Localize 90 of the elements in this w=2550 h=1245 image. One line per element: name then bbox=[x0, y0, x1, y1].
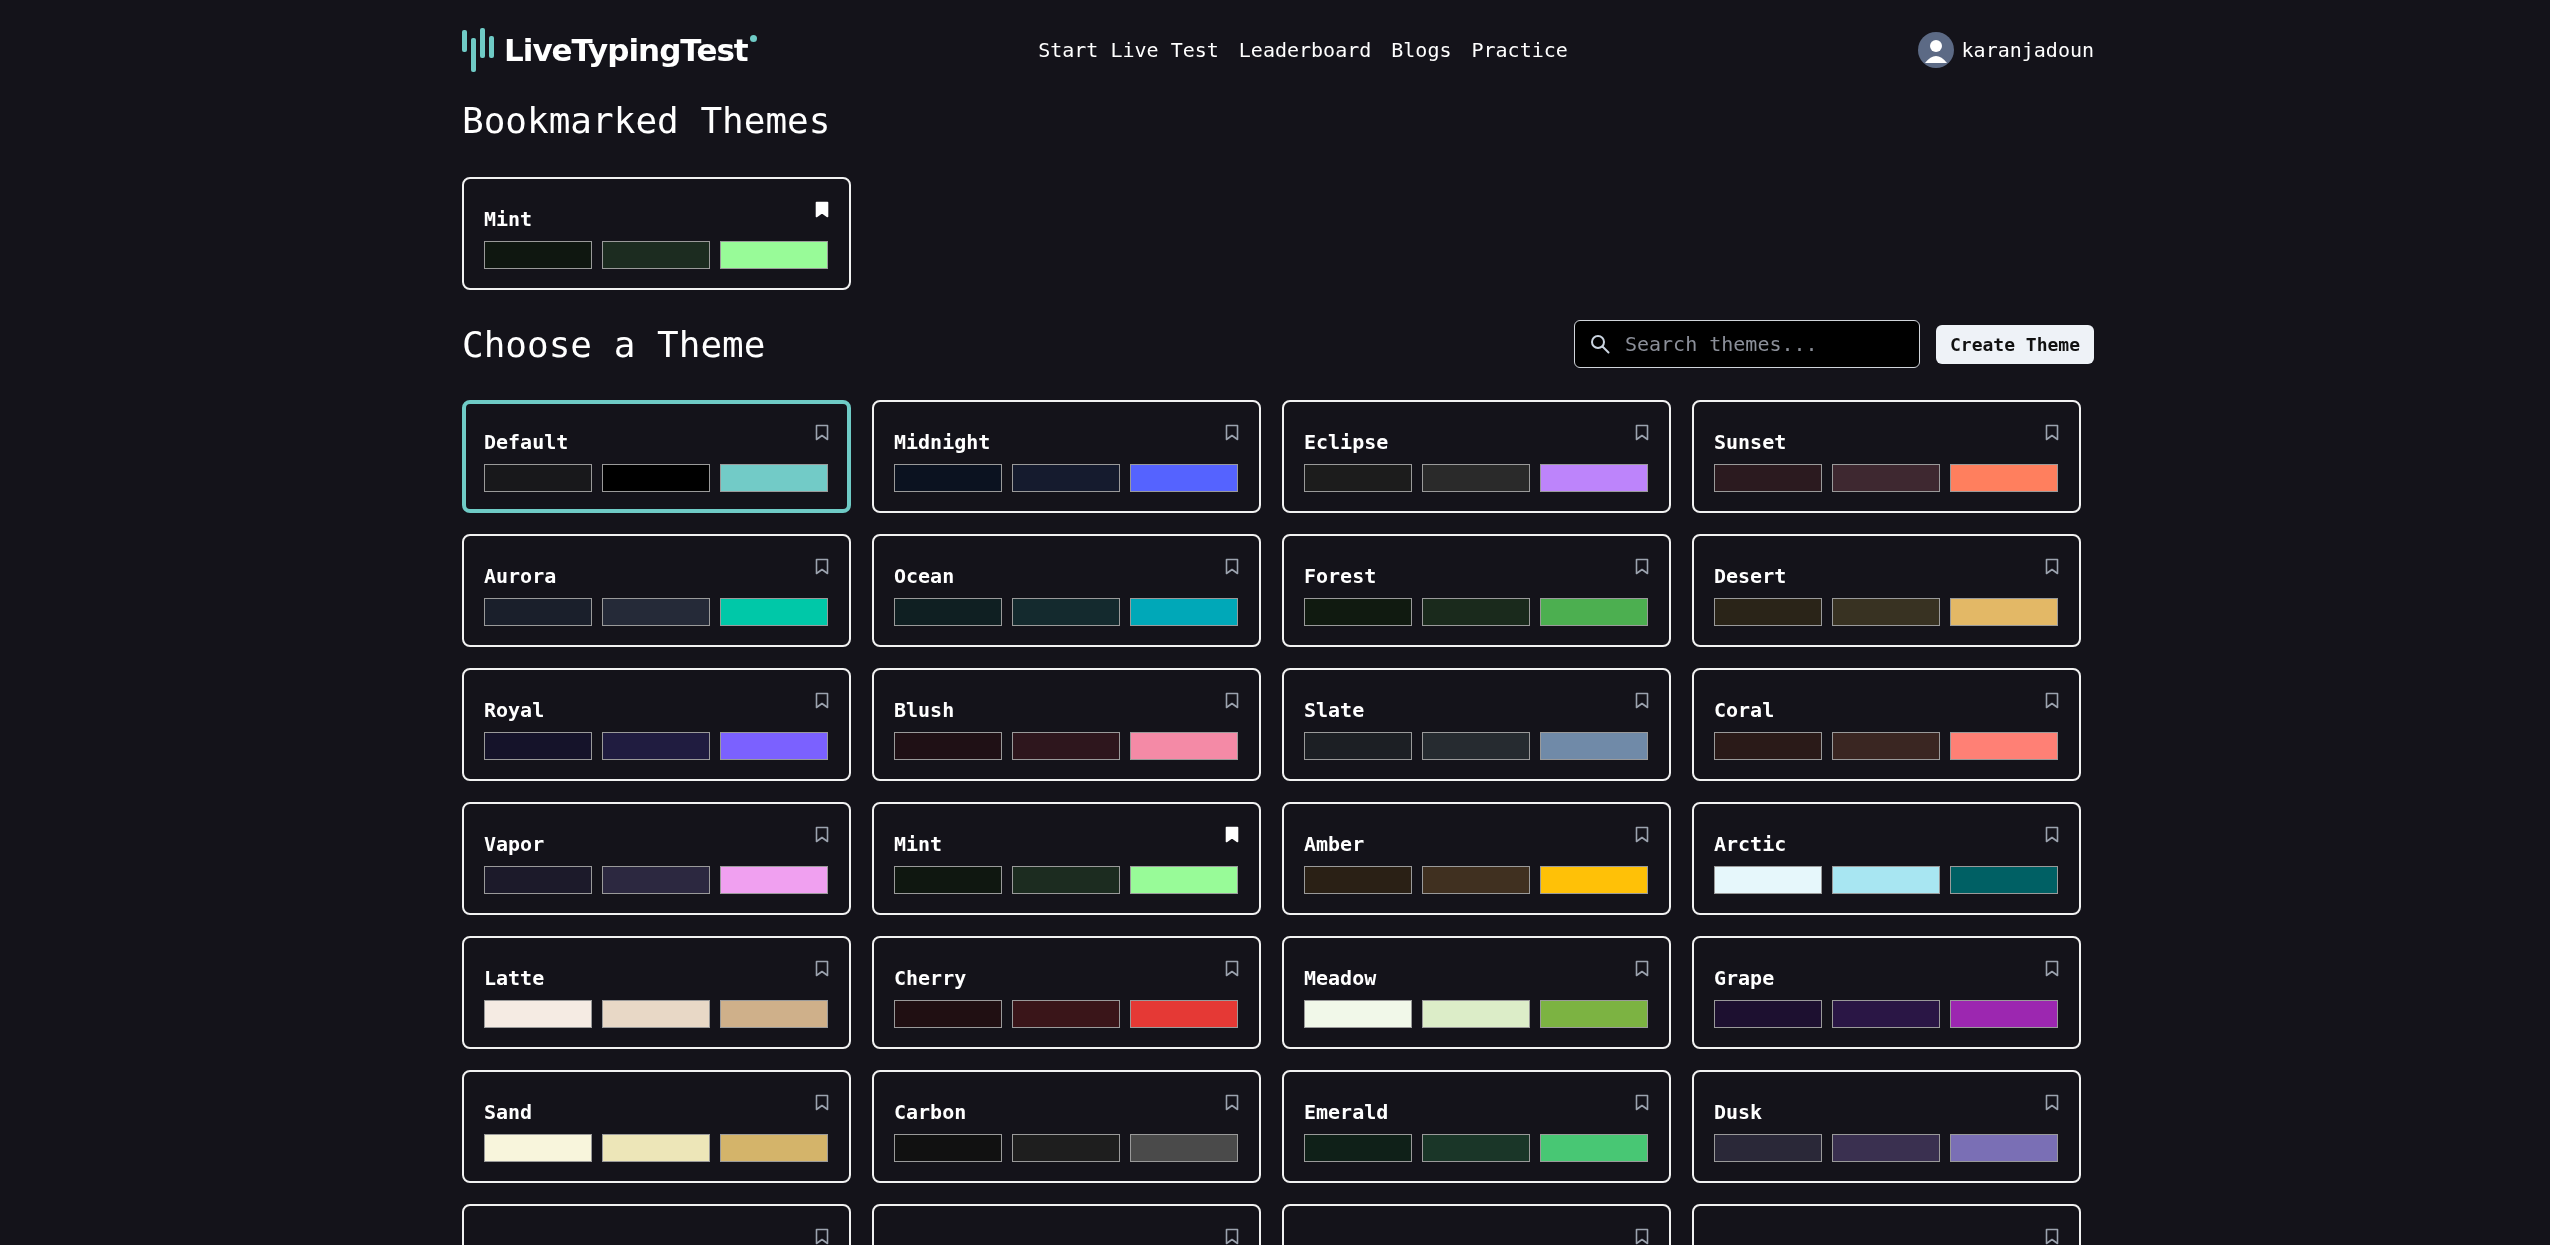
theme-card[interactable]: Desert bbox=[1692, 534, 2081, 647]
theme-name: Forest bbox=[1304, 564, 1377, 588]
create-theme-button[interactable]: Create Theme bbox=[1935, 324, 2094, 364]
search-field[interactable]: Search themes... bbox=[1573, 320, 1920, 368]
theme-card[interactable]: Aurora bbox=[462, 534, 851, 647]
theme-card[interactable]: Default bbox=[462, 400, 851, 513]
theme-name: Arctic bbox=[1714, 832, 1787, 856]
bookmark-icon[interactable] bbox=[2045, 424, 2059, 441]
theme-name: Aurora bbox=[484, 564, 557, 588]
bookmark-icon[interactable] bbox=[1635, 424, 1649, 441]
theme-name: Mint bbox=[894, 832, 943, 856]
bookmark-icon[interactable] bbox=[2045, 692, 2059, 709]
theme-card[interactable]: Blush bbox=[872, 668, 1261, 781]
theme-card[interactable]: Slate bbox=[1282, 668, 1671, 781]
theme-name: Amber bbox=[1304, 832, 1365, 856]
bookmark-icon[interactable] bbox=[815, 826, 829, 843]
bookmark-icon[interactable] bbox=[1225, 1094, 1239, 1111]
theme-card[interactable]: Sunset bbox=[1692, 400, 2081, 513]
theme-card[interactable]: Dusk bbox=[1692, 1070, 2081, 1183]
theme-card[interactable]: Sand bbox=[462, 1070, 851, 1183]
theme-card[interactable]: Cherry bbox=[872, 936, 1261, 1049]
theme-name: Latte bbox=[484, 966, 545, 990]
bookmark-icon[interactable] bbox=[2045, 960, 2059, 977]
theme-card[interactable]: Amber bbox=[1282, 802, 1671, 915]
theme-card[interactable]: Meadow bbox=[1282, 936, 1671, 1049]
theme-name: Meadow bbox=[1304, 966, 1377, 990]
theme-name: Sunset bbox=[1714, 430, 1787, 454]
theme-name: Ocean bbox=[894, 564, 955, 588]
section-heading: Bookmarked Themes bbox=[462, 100, 832, 141]
theme-name: Midnight bbox=[894, 430, 991, 454]
theme-card[interactable]: Grape bbox=[1692, 936, 2081, 1049]
theme-name: Coral bbox=[1714, 698, 1775, 722]
theme-name: Grape bbox=[1714, 966, 1775, 990]
bookmark-icon[interactable] bbox=[1635, 1094, 1649, 1111]
section-heading: Choose a Theme bbox=[462, 323, 766, 365]
theme-name: Emerald bbox=[1304, 1100, 1389, 1124]
bookmark-icon[interactable] bbox=[2045, 1094, 2059, 1111]
theme-name: Carbon bbox=[894, 1100, 967, 1124]
bookmark-icon[interactable] bbox=[1225, 1228, 1239, 1245]
theme-card[interactable]: Ocean bbox=[872, 534, 1261, 647]
bookmark-icon[interactable] bbox=[1225, 960, 1239, 977]
theme-name: Royal bbox=[484, 698, 545, 722]
bookmark-icon[interactable] bbox=[1635, 558, 1649, 575]
avatar-icon[interactable] bbox=[1917, 32, 1954, 68]
logo-text[interactable]: LiveTypingTest bbox=[504, 32, 748, 68]
bookmark-icon[interactable] bbox=[2045, 1228, 2059, 1245]
bookmark-icon[interactable] bbox=[2045, 826, 2059, 843]
theme-card[interactable]: Forest bbox=[1282, 534, 1671, 647]
bookmark-icon[interactable] bbox=[1635, 826, 1649, 843]
nav-link[interactable]: Leaderboard bbox=[1238, 38, 1372, 62]
nav-link[interactable]: Start Live Test bbox=[1038, 38, 1219, 62]
theme-card[interactable]: Latte bbox=[462, 936, 851, 1049]
nav-link[interactable]: Practice bbox=[1471, 38, 1568, 62]
bookmark-icon[interactable] bbox=[815, 558, 829, 575]
theme-name: Desert bbox=[1714, 564, 1787, 588]
theme-name: Vapor bbox=[484, 832, 545, 856]
theme-name: Sand bbox=[484, 1100, 533, 1124]
theme-card[interactable]: Mint bbox=[872, 802, 1261, 915]
theme-name: Slate bbox=[1304, 698, 1365, 722]
bookmark-icon[interactable] bbox=[1635, 692, 1649, 709]
theme-card[interactable]: Mint bbox=[462, 177, 851, 290]
theme-name: Cherry bbox=[894, 966, 967, 990]
bookmark-icon[interactable] bbox=[815, 1228, 829, 1245]
nav-link[interactable]: Blogs bbox=[1391, 38, 1452, 62]
logo-icon bbox=[462, 26, 496, 74]
theme-card[interactable]: Emerald bbox=[1282, 1070, 1671, 1183]
theme-card[interactable]: Royal bbox=[462, 668, 851, 781]
logo-dot-icon bbox=[749, 35, 757, 42]
theme-card[interactable]: Vapor bbox=[462, 802, 851, 915]
bookmark-icon[interactable] bbox=[1635, 960, 1649, 977]
theme-name: Dusk bbox=[1714, 1100, 1763, 1124]
bookmark-icon[interactable] bbox=[1225, 692, 1239, 709]
theme-name: Eclipse bbox=[1304, 430, 1389, 454]
bookmark-icon[interactable] bbox=[1225, 558, 1239, 575]
bookmark-icon[interactable] bbox=[2045, 558, 2059, 575]
theme-card[interactable]: Coral bbox=[1692, 668, 2081, 781]
theme-card[interactable]: Eclipse bbox=[1282, 400, 1671, 513]
theme-card[interactable]: Midnight bbox=[872, 400, 1261, 513]
theme-card[interactable]: Carbon bbox=[872, 1070, 1261, 1183]
theme-name: Blush bbox=[894, 698, 955, 722]
theme-name: Mint bbox=[484, 207, 533, 231]
theme-card[interactable]: Arctic bbox=[1692, 802, 2081, 915]
bookmark-icon[interactable] bbox=[815, 692, 829, 709]
bookmark-icon[interactable] bbox=[815, 1094, 829, 1111]
theme-name: Default bbox=[484, 430, 569, 454]
username[interactable]: karanjadoun bbox=[1961, 38, 2094, 62]
bookmark-icon[interactable] bbox=[1635, 1228, 1649, 1245]
bookmark-icon[interactable] bbox=[815, 960, 829, 977]
bookmark-icon[interactable] bbox=[815, 424, 829, 441]
bookmark-icon[interactable] bbox=[1225, 424, 1239, 441]
